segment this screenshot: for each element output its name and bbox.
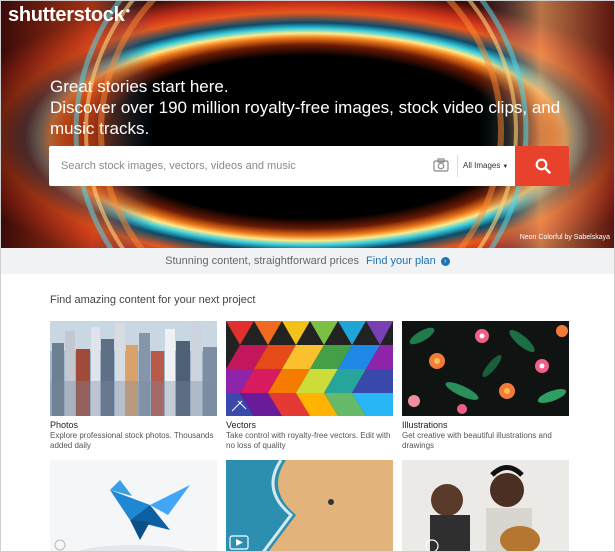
camera-icon[interactable] bbox=[433, 158, 449, 172]
promo-text: Stunning content, straightforward prices bbox=[165, 255, 359, 267]
search-bar: All Images▼ bbox=[49, 146, 569, 186]
hero-banner: shutterstock● Great stories start here. … bbox=[1, 1, 614, 248]
illustrations-thumbnail[interactable] bbox=[402, 321, 569, 416]
media-type-label: All Images bbox=[463, 161, 501, 170]
page: shutterstock● Great stories start here. … bbox=[0, 0, 615, 552]
card-title[interactable]: Photos bbox=[50, 420, 78, 430]
beach-thumbnail[interactable] bbox=[226, 460, 393, 551]
guitarist-thumbnail[interactable] bbox=[402, 460, 569, 551]
chevron-down-icon: ▼ bbox=[502, 164, 509, 170]
media-type-dropdown[interactable]: All Images ▼ bbox=[463, 146, 513, 186]
promo-bar: Stunning content, straightforward prices… bbox=[1, 248, 614, 274]
arrow-right-icon[interactable]: › bbox=[440, 256, 450, 266]
trademark-dot-icon: ● bbox=[125, 6, 130, 16]
card-title[interactable]: Illustrations bbox=[402, 420, 448, 430]
logo-text: shutterstock bbox=[8, 4, 125, 26]
card-description: Take control with royalty-free vectors. … bbox=[226, 431, 391, 450]
hero-line-2: Discover over 190 million royalty-free i… bbox=[50, 98, 561, 138]
card-description: Explore professional stock photos. Thous… bbox=[50, 431, 214, 450]
hero-line-1: Great stories start here. bbox=[50, 77, 229, 96]
vectors-thumbnail[interactable] bbox=[226, 321, 393, 416]
search-input[interactable] bbox=[49, 146, 441, 186]
hero-headline: Great stories start here. Discover over … bbox=[50, 76, 570, 139]
shutterstock-logo[interactable]: shutterstock● bbox=[8, 4, 130, 27]
search-divider bbox=[457, 155, 458, 177]
search-button[interactable] bbox=[515, 146, 569, 186]
card-title[interactable]: Vectors bbox=[226, 420, 256, 430]
section-title: Find amazing content for your next proje… bbox=[50, 294, 256, 306]
card-description: Get creative with beautiful illustration… bbox=[402, 431, 552, 450]
photos-thumbnail[interactable] bbox=[50, 321, 217, 416]
image-credit[interactable]: Neon Colorful by Sabelskaya bbox=[520, 234, 610, 241]
find-plan-link[interactable]: Find your plan bbox=[366, 255, 436, 267]
bird-thumbnail[interactable] bbox=[50, 460, 217, 551]
search-icon bbox=[535, 158, 551, 174]
